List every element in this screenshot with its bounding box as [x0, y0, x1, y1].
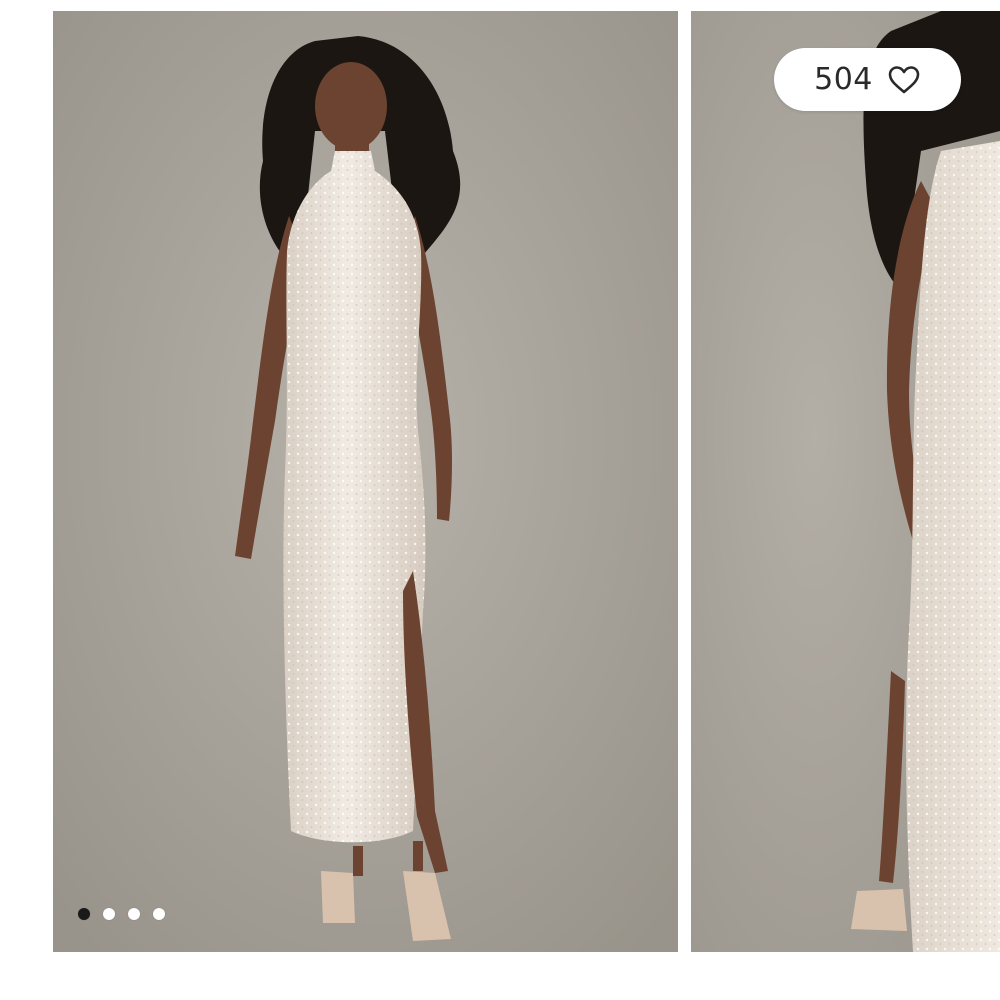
pagination-dots: [78, 908, 165, 920]
pagination-dot-4[interactable]: [153, 908, 165, 920]
like-count: 504: [814, 61, 873, 97]
like-button[interactable]: 504: [774, 48, 961, 111]
model-front-photo: [53, 11, 678, 952]
product-image-front[interactable]: [53, 11, 678, 952]
gallery-track[interactable]: [0, 0, 1000, 1000]
model-back-photo: [691, 11, 1000, 952]
pagination-dot-3[interactable]: [128, 908, 140, 920]
pagination-dot-1[interactable]: [78, 908, 90, 920]
product-gallery: 504: [0, 0, 1000, 1000]
heart-icon: [887, 65, 921, 95]
product-image-back[interactable]: [691, 11, 1000, 952]
pagination-dot-2[interactable]: [103, 908, 115, 920]
